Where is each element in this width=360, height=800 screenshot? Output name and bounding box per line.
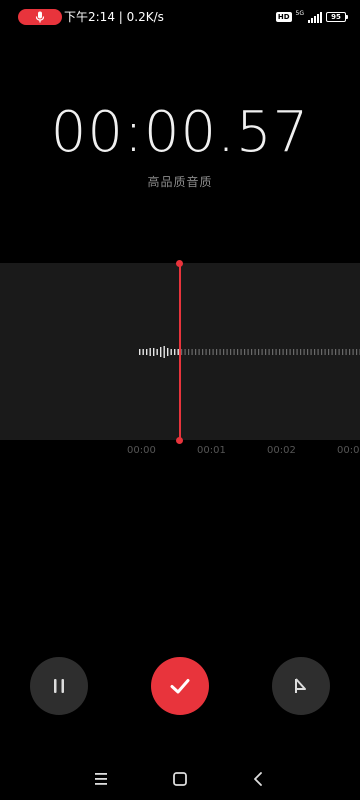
quality-label: 高品质音质 [147,175,213,189]
waveform-placeholder-bar [342,349,344,355]
waveform-placeholder-bar [247,349,249,355]
waveform-placeholder-bar [219,349,221,355]
waveform-placeholder-bar [251,349,253,355]
timeline-tick: 00:02 [267,445,296,456]
waveform-placeholder-bar [317,349,319,355]
waveform-placeholder-bar [240,349,242,355]
waveform-placeholder-bar [324,349,326,355]
navigation-bar [0,755,360,800]
waveform-placeholder-bar [289,349,291,355]
waveform-placeholder-bar [296,349,298,355]
menu-button[interactable] [89,767,113,791]
timeline-tick: 00:01 [197,445,226,456]
hd-icon: HD [275,12,292,22]
waveform-placeholder-bar [282,349,284,355]
waveform-placeholder-bar [293,349,295,355]
back-button[interactable] [246,767,270,791]
waveform-placeholder-bar [188,349,190,355]
status-bar: 下午2:14 | 0.2K/s HD 5G 95 [0,0,360,34]
waveform-placeholder-bar [184,349,186,355]
network-type-label: 5G [295,10,304,17]
waveform-bar [142,349,144,355]
pause-button[interactable] [30,657,88,715]
waveform-bar [149,348,151,356]
waveform-placeholder-bar [275,349,277,355]
waveform-placeholder-bar [268,349,270,355]
waveform-placeholder-bar [191,349,193,355]
waveform-placeholder-bar [216,349,218,355]
playhead-top-handle[interactable] [176,260,183,267]
waveform-placeholder-bar [352,349,354,355]
waveform-bar [146,349,148,355]
waveform-placeholder-bar [331,349,333,355]
waveform-placeholder-bar [310,349,312,355]
waveform-placeholder-bar [202,349,204,355]
status-icons: HD 5G 95 [275,9,348,25]
waveform-placeholder-bar [303,349,305,355]
waveform-placeholder-bar [233,349,235,355]
playhead-bottom-handle[interactable] [176,437,183,444]
microphone-icon [35,11,45,23]
waveform-placeholder-bar [349,349,351,355]
timeline-tick: 00:00 [127,445,156,456]
waveform-placeholder-bar [321,349,323,355]
waveform-bar [160,347,162,357]
waveform-placeholder-bar [223,349,225,355]
waveform-placeholder-bar [314,349,316,355]
waveform-placeholder-bar [258,349,260,355]
battery-icon: 95 [326,12,348,22]
playhead[interactable] [179,263,181,440]
waveform-placeholder-bar [279,349,281,355]
waveform-bar [153,348,155,356]
home-icon [173,772,187,786]
waveform-placeholder-bar [345,349,347,355]
waveform-placeholder-bar [356,349,358,355]
waveform-placeholder-bar [286,349,288,355]
waveform-placeholder-bar [195,349,197,355]
waveform-placeholder-bar [205,349,207,355]
waveform-placeholder-bar [226,349,228,355]
waveform-placeholder-bar [335,349,337,355]
waveform-placeholder-bar [181,349,183,355]
waveform-bar [163,346,165,358]
battery-level: 95 [331,13,341,21]
waveform-bar [174,349,176,355]
waveform-bar [139,349,141,355]
waveform-placeholder-bar [300,349,302,355]
timeline-tick: 00:03 [337,445,360,456]
signal-icon [308,11,322,23]
save-recording-button[interactable] [151,657,209,715]
status-time-speed: 下午2:14 | 0.2K/s [64,10,164,24]
waveform-placeholder-bar [265,349,267,355]
waveform-placeholder-bar [209,349,211,355]
recording-indicator[interactable] [18,9,62,25]
waveform-placeholder-bar [272,349,274,355]
waveform-placeholder-bar [244,349,246,355]
home-button[interactable] [168,767,192,791]
elapsed-time: 00:00.57 [50,100,310,165]
add-marker-button[interactable] [272,657,330,715]
waveform-placeholder-bar [230,349,232,355]
waveform-bar [167,348,169,356]
waveform-placeholder-bar [198,349,200,355]
waveform-bar [170,349,172,355]
flag-icon [295,678,306,693]
waveform-placeholder-bar [212,349,214,355]
menu-icon [95,773,107,785]
back-icon [254,772,262,786]
waveform-placeholder-bar [254,349,256,355]
waveform-placeholder-bar [237,349,239,355]
waveform-placeholder-bar [307,349,309,355]
checkmark-icon [170,679,190,694]
waveform-placeholder-bar [338,349,340,355]
pause-icon [54,679,64,693]
waveform-placeholder-bar [328,349,330,355]
waveform-bar [156,349,158,355]
waveform-placeholder-bar [261,349,263,355]
